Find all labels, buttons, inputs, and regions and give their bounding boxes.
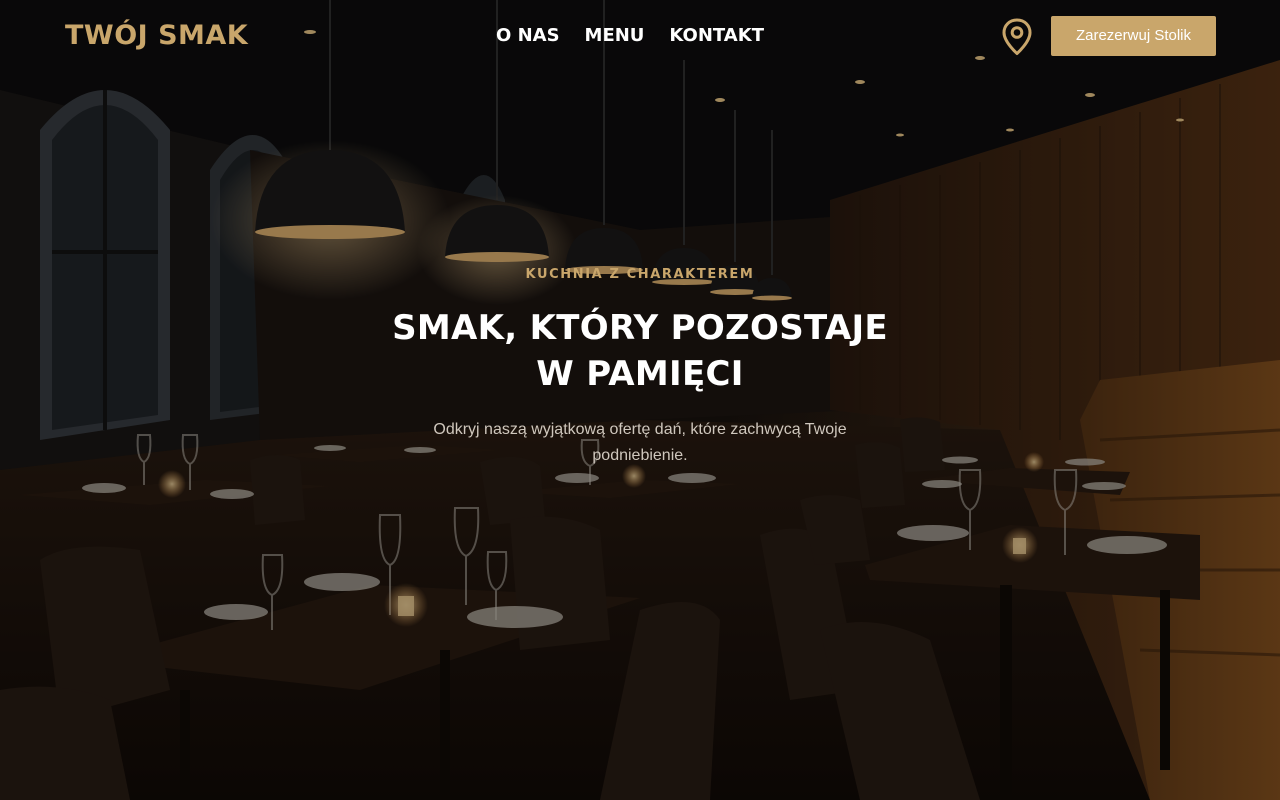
site-header: TWÓJ SMAK O NAS MENU KONTAKT Zarezerwuj …	[0, 0, 1280, 72]
reserve-table-button[interactable]: Zarezerwuj Stolik	[1051, 16, 1216, 56]
nav-link-menu[interactable]: MENU	[585, 24, 645, 48]
hero-content: KUCHNIA Z CHARAKTEREM SMAK, KTÓRY POZOST…	[340, 262, 940, 469]
map-pin-icon[interactable]	[1001, 18, 1033, 56]
hero-eyebrow: KUCHNIA Z CHARAKTEREM	[525, 267, 755, 282]
nav-link-kontakt[interactable]: KONTAKT	[669, 24, 764, 48]
nav-link-o-nas[interactable]: O NAS	[496, 24, 560, 48]
hero-title: SMAK, KTÓRY POZOSTAJE W PAMIĘCI	[392, 308, 888, 394]
main-nav: O NAS MENU KONTAKT	[496, 24, 764, 48]
hero-section: TWÓJ SMAK O NAS MENU KONTAKT Zarezerwuj …	[0, 0, 1280, 800]
brand-logo[interactable]: TWÓJ SMAK	[65, 18, 248, 54]
hero-subtitle: Odkryj naszą wyjątkową ofertę dań, które…	[433, 421, 847, 464]
